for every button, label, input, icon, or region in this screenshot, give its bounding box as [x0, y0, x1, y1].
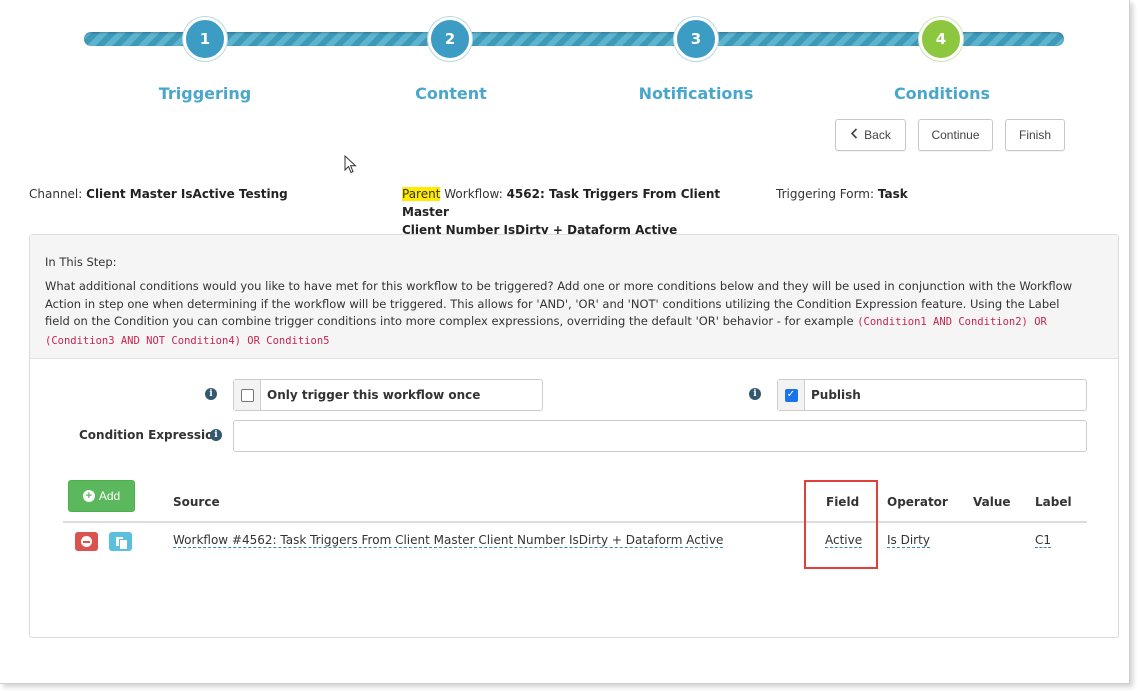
wizard-step-4-label[interactable]: Conditions: [842, 84, 1042, 103]
channel-info: Channel: Client Master IsActive Testing: [29, 185, 288, 203]
finish-button-label: Finish: [1018, 128, 1051, 142]
publish-group[interactable]: ✓ Publish: [777, 379, 1087, 411]
condition-expression-info-icon[interactable]: i: [210, 429, 222, 441]
back-button-label: Back: [864, 128, 891, 142]
column-header-value[interactable]: Value: [973, 495, 1011, 509]
delete-condition-button[interactable]: [75, 532, 98, 551]
step-help-box: In This Step: What additional conditions…: [30, 235, 1118, 359]
finish-button[interactable]: Finish: [1005, 119, 1065, 151]
continue-button[interactable]: Continue: [918, 119, 993, 151]
publish-label: Publish: [811, 388, 861, 402]
step-help-title: In This Step:: [45, 255, 117, 269]
triggering-form-info: Triggering Form: Task: [776, 185, 908, 203]
wizard-step-3-label[interactable]: Notifications: [596, 84, 796, 103]
parent-workflow-label: Workflow:: [444, 187, 503, 201]
column-header-label[interactable]: Label: [1035, 495, 1072, 509]
wizard-progress-track: [84, 32, 1064, 46]
channel-value: Client Master IsActive Testing: [86, 187, 288, 201]
copy-condition-button[interactable]: [109, 532, 132, 551]
continue-button-label: Continue: [931, 128, 980, 142]
triggering-form-label: Triggering Form:: [776, 187, 875, 201]
plus-circle-icon: +: [82, 490, 95, 502]
field-column-highlight-box: [804, 480, 878, 569]
wizard-step-1-label[interactable]: Triggering: [105, 84, 305, 103]
conditions-panel: In This Step: What additional conditions…: [29, 234, 1119, 638]
wizard-step-2-circle[interactable]: 2: [428, 17, 472, 61]
trigger-once-label: Only trigger this workflow once: [267, 388, 481, 402]
publish-checkbox-addon: ✓: [778, 380, 805, 410]
minus-circle-icon: [81, 536, 92, 547]
condition-source-cell[interactable]: Workflow #4562: Task Triggers From Clien…: [173, 533, 724, 548]
add-condition-button[interactable]: + Add: [68, 480, 135, 512]
condition-expression-input[interactable]: [233, 420, 1087, 452]
wizard-step-4-circle[interactable]: 4: [919, 17, 963, 61]
publish-checkbox[interactable]: ✓: [784, 388, 798, 402]
back-button[interactable]: Back: [835, 119, 906, 151]
add-condition-label: Add: [98, 489, 121, 503]
condition-expression-label: Condition Expression: [79, 428, 222, 442]
chevron-left-icon: [850, 128, 858, 142]
condition-operator-cell[interactable]: Is Dirty: [887, 533, 930, 548]
column-header-operator[interactable]: Operator: [887, 495, 948, 509]
table-header-divider: [63, 521, 1087, 523]
trigger-once-checkbox[interactable]: [240, 388, 254, 402]
wizard-step-1-circle[interactable]: 1: [183, 17, 227, 61]
copy-icon: [114, 535, 128, 550]
column-header-source[interactable]: Source: [173, 495, 220, 509]
trigger-once-group[interactable]: Only trigger this workflow once: [233, 379, 543, 411]
publish-info-icon[interactable]: i: [749, 388, 761, 400]
trigger-once-checkbox-addon: [234, 380, 261, 410]
wizard-step-2-label[interactable]: Content: [351, 84, 551, 103]
triggering-form-value: Task: [877, 187, 908, 201]
mouse-cursor-icon: [344, 154, 357, 177]
trigger-once-info-icon[interactable]: i: [205, 388, 217, 400]
workflow-wizard-window: 1 2 3 4 Triggering Content Notifications…: [0, 0, 1130, 684]
parent-highlight: Parent: [402, 187, 441, 201]
parent-workflow-info: Parent Workflow: 4562: Task Triggers Fro…: [402, 185, 762, 239]
channel-label: Channel:: [29, 187, 83, 201]
condition-label-cell[interactable]: C1: [1035, 533, 1052, 548]
wizard-step-3-circle[interactable]: 3: [674, 17, 718, 61]
step-help-text: What additional conditions would you lik…: [45, 278, 1085, 350]
